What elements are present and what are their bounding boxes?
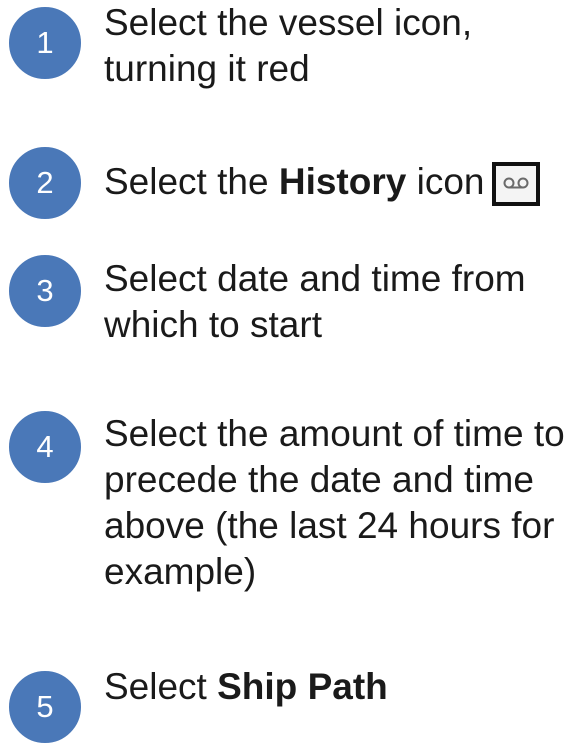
history-icon xyxy=(492,162,541,206)
step-text-suffix: icon xyxy=(406,161,485,202)
step-number-badge: 5 xyxy=(6,668,84,746)
step-number-badge: 1 xyxy=(6,4,84,82)
step-number: 1 xyxy=(36,25,54,60)
step-text-prefix: Select xyxy=(104,666,218,707)
step-number: 5 xyxy=(36,689,54,724)
step-number: 4 xyxy=(36,429,54,464)
step-text: Select the amount of time to precede the… xyxy=(104,413,565,592)
step-number: 2 xyxy=(36,165,54,200)
step-number-badge: 2 xyxy=(6,144,84,222)
step-text: Select Ship Path xyxy=(104,664,566,710)
step-text: Select the vessel icon, turning it red xyxy=(104,2,473,89)
ship-path-label: Ship Path xyxy=(217,666,388,707)
step-text: Select date and time from which to start xyxy=(104,258,526,345)
history-label: History xyxy=(278,161,407,202)
step-text: Select the History icon xyxy=(104,159,566,206)
step-number-badge: 4 xyxy=(6,408,84,486)
voicemail-icon xyxy=(503,177,529,189)
step-number-badge: 3 xyxy=(6,252,84,330)
step-number: 3 xyxy=(36,273,54,308)
step-text-prefix: Select the xyxy=(104,161,279,202)
